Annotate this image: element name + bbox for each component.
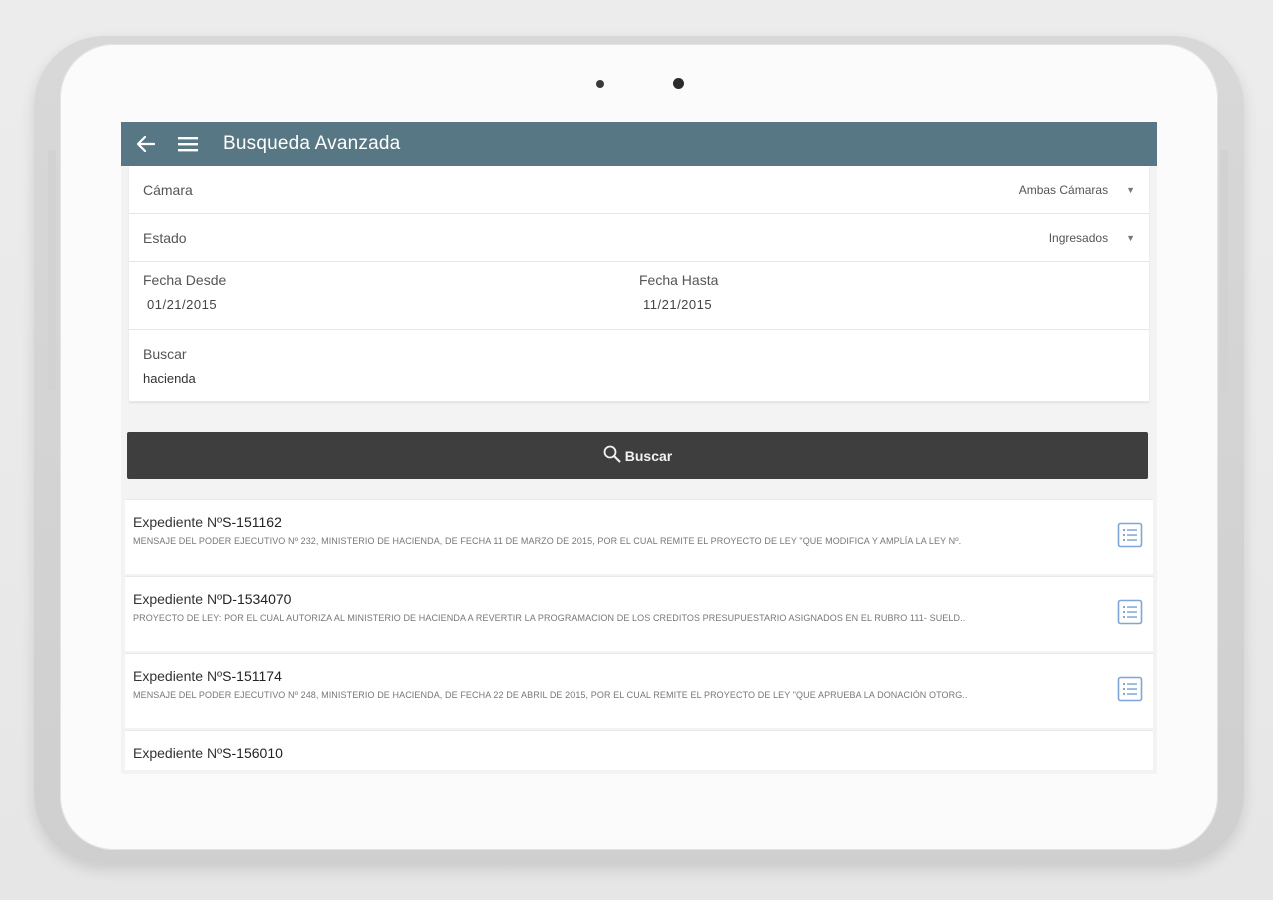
hamburger-menu-icon[interactable] [171,122,205,166]
camara-value[interactable]: Ambas Cámaras ▼ [1019,183,1135,197]
tablet-side-button-left [48,150,56,390]
camera-dot [673,78,684,89]
expediente-title: Expediente NºD-1534070 [133,591,1145,607]
search-icon [603,445,621,466]
expediente-description: MENSAJE DEL PODER EJECUTIVO Nº 248, MINI… [133,690,968,700]
buscar-field[interactable]: Buscar hacienda [129,330,1149,402]
estado-selected-value: Ingresados [1048,230,1109,245]
results-list: Expediente NºS-151162 MENSAJE DEL PODER … [121,499,1157,770]
dropdown-caret-icon: ▼ [1126,184,1135,195]
search-button[interactable]: Buscar [127,432,1148,479]
expediente-number: D-1534070 [222,591,292,607]
buscar-input[interactable]: hacienda [143,371,196,386]
camara-label: Cámara [143,181,193,198]
expediente-description: MENSAJE DEL PODER EJECUTIVO Nº 232, MINI… [133,536,962,546]
camara-selected-value: Ambas Cámaras [1018,182,1109,197]
list-item[interactable]: Expediente NºS-151162 MENSAJE DEL PODER … [125,499,1153,574]
expediente-prefix: Expediente Nº [133,668,223,684]
expediente-prefix: Expediente Nº [133,591,223,607]
buscar-label: Buscar [143,345,187,362]
app-screen: Busqueda Avanzada Cámara Ambas Cámaras ▼… [121,122,1157,774]
expediente-title: Expediente NºS-151162 [133,514,1145,530]
page-title: Busqueda Avanzada [223,133,401,154]
fecha-desde-label: Fecha Desde [143,272,227,288]
tablet-side-button-right [1220,150,1228,390]
document-list-icon[interactable] [1117,676,1143,707]
estado-select[interactable]: Estado Ingresados ▼ [129,214,1149,262]
fecha-desde-field[interactable]: Fecha Desde 01/21/2015 [143,272,639,312]
fecha-hasta-value[interactable]: 11/21/2015 [639,297,1135,312]
document-list-icon[interactable] [1117,522,1143,553]
expediente-number: S-156010 [222,745,283,761]
expediente-number: S-151162 [222,514,282,530]
expediente-title: Expediente NºS-156010 [133,745,1145,761]
list-item[interactable]: Expediente NºS-151174 MENSAJE DEL PODER … [125,653,1153,728]
search-button-label: Buscar [624,447,673,464]
fecha-desde-value[interactable]: 01/21/2015 [143,297,639,312]
expediente-title: Expediente NºS-151174 [133,668,1145,684]
dropdown-caret-icon: ▼ [1126,232,1135,243]
fecha-hasta-label: Fecha Hasta [639,272,719,288]
estado-value[interactable]: Ingresados ▼ [1049,231,1135,245]
estado-label: Estado [143,229,187,246]
app-bar: Busqueda Avanzada [121,122,1157,166]
list-item[interactable]: Expediente NºD-1534070 PROYECTO DE LEY: … [125,576,1153,651]
list-item[interactable]: Expediente NºS-156010 [125,730,1153,770]
expediente-description: PROYECTO DE LEY: POR EL CUAL AUTORIZA AL… [133,613,966,623]
date-range-row: Fecha Desde 01/21/2015 Fecha Hasta 11/21… [129,262,1149,330]
fecha-hasta-field[interactable]: Fecha Hasta 11/21/2015 [639,272,1135,312]
expediente-prefix: Expediente Nº [133,745,223,761]
expediente-number: S-151174 [222,668,282,684]
camara-select[interactable]: Cámara Ambas Cámaras ▼ [129,166,1149,214]
expediente-prefix: Expediente Nº [133,514,223,530]
sensor-dot [596,80,604,88]
arrow-left-icon[interactable] [129,122,163,166]
search-form: Cámara Ambas Cámaras ▼ Estado Ingresados… [129,166,1149,402]
document-list-icon[interactable] [1117,599,1143,630]
